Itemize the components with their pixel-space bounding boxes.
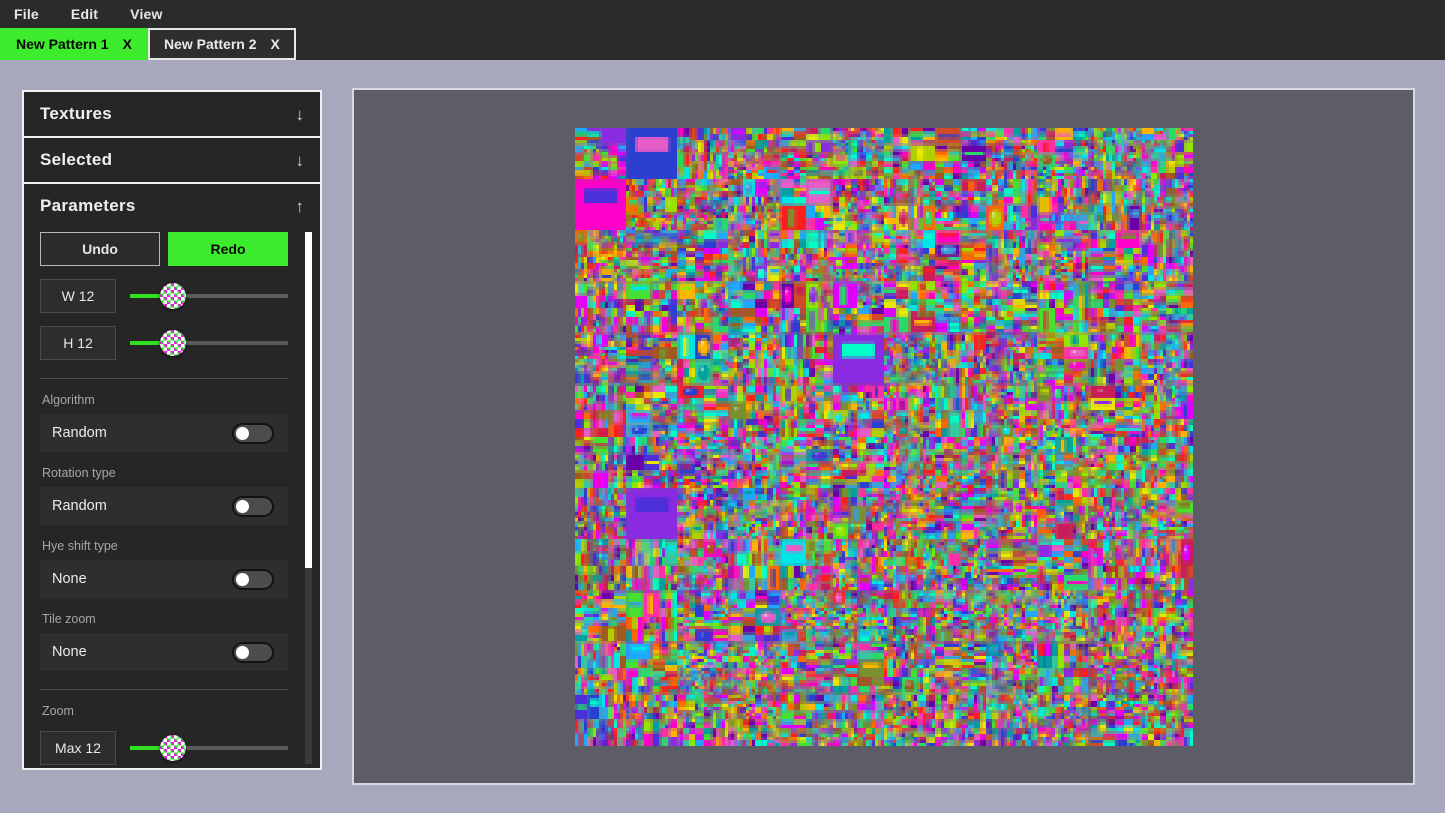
- toggle-knob: [236, 426, 249, 440]
- width-slider[interactable]: [130, 279, 288, 313]
- label-tile-zoom: Tile zoom: [42, 612, 96, 626]
- chevron-up-icon[interactable]: ↑: [296, 198, 305, 215]
- option-value-tile-zoom: None: [52, 644, 87, 660]
- parameters-scrollbar-thumb[interactable]: [305, 232, 312, 568]
- label-algorithm: Algorithm: [42, 393, 95, 407]
- tab-new-pattern-2[interactable]: New Pattern 2 X: [147, 28, 296, 60]
- zoom-max-slider-row: Max 12: [40, 731, 288, 765]
- label-hye-shift-type: Hye shift type: [42, 539, 118, 553]
- option-row-algorithm[interactable]: Random: [40, 414, 288, 452]
- option-row-tile-zoom[interactable]: None: [40, 633, 288, 671]
- tab-bar: New Pattern 1 X New Pattern 2 X: [0, 28, 1445, 60]
- menu-file[interactable]: File: [10, 4, 43, 24]
- slider-thumb[interactable]: [159, 735, 186, 761]
- height-value-box[interactable]: H 12: [40, 326, 116, 360]
- height-slider[interactable]: [130, 326, 288, 360]
- tab-label: New Pattern 2: [163, 36, 257, 52]
- menu-bar: File Edit View: [0, 0, 1445, 28]
- parameters-body: Undo Redo W 12 H 12 Algorithm Random Rot…: [24, 228, 320, 768]
- zoom-max-slider[interactable]: [130, 731, 288, 765]
- option-row-hye-shift-type[interactable]: None: [40, 560, 288, 598]
- toggle-rotation-type[interactable]: [232, 495, 274, 517]
- slider-thumb[interactable]: [159, 330, 186, 356]
- close-icon[interactable]: X: [123, 36, 132, 52]
- panel-title: Parameters: [40, 196, 136, 215]
- panel-title: Textures: [40, 104, 113, 123]
- undo-redo-group: Undo Redo: [40, 228, 288, 266]
- option-row-rotation-type[interactable]: Random: [40, 487, 288, 525]
- parameters-content: Undo Redo W 12 H 12 Algorithm Random Rot…: [40, 228, 304, 768]
- toggle-hye-shift-type[interactable]: [232, 568, 274, 590]
- divider: [40, 378, 288, 379]
- option-value-hye-shift-type: None: [52, 571, 87, 587]
- panel-header-selected[interactable]: Selected ↓: [24, 138, 320, 182]
- pattern-canvas-area[interactable]: [352, 88, 1415, 785]
- redo-button[interactable]: Redo: [168, 232, 288, 266]
- workspace: Textures ↓ Selected ↓ Parameters ↑ Undo …: [0, 60, 1445, 813]
- zoom-max-value-box[interactable]: Max 12: [40, 731, 116, 765]
- divider: [40, 689, 288, 690]
- label-rotation-type: Rotation type: [42, 466, 116, 480]
- toggle-tile-zoom[interactable]: [232, 641, 274, 663]
- menu-edit[interactable]: Edit: [67, 4, 102, 24]
- tab-label: New Pattern 1: [16, 36, 109, 52]
- option-value-rotation-type: Random: [52, 498, 107, 514]
- slider-thumb[interactable]: [159, 283, 186, 309]
- panel-textures: Textures ↓: [22, 90, 322, 137]
- sidebar: Textures ↓ Selected ↓ Parameters ↑ Undo …: [22, 90, 322, 770]
- chevron-down-icon[interactable]: ↓: [296, 106, 305, 123]
- toggle-knob: [236, 645, 249, 659]
- panel-selected: Selected ↓: [22, 137, 322, 183]
- panel-title: Selected: [40, 150, 113, 169]
- width-slider-row: W 12: [40, 279, 288, 313]
- toggle-knob: [236, 572, 249, 586]
- undo-button[interactable]: Undo: [40, 232, 160, 266]
- width-value-box[interactable]: W 12: [40, 279, 116, 313]
- toggle-algorithm[interactable]: [232, 422, 274, 444]
- label-zoom: Zoom: [42, 704, 74, 718]
- tab-new-pattern-1[interactable]: New Pattern 1 X: [0, 28, 148, 60]
- panel-header-textures[interactable]: Textures ↓: [24, 92, 320, 136]
- menu-view[interactable]: View: [126, 4, 166, 24]
- close-icon[interactable]: X: [271, 36, 280, 52]
- height-slider-row: H 12: [40, 326, 288, 360]
- panel-header-parameters[interactable]: Parameters ↑: [24, 184, 320, 228]
- option-value-algorithm: Random: [52, 425, 107, 441]
- panel-parameters: Parameters ↑ Undo Redo W 12 H 12 Algorit…: [22, 183, 322, 770]
- generated-pattern-image[interactable]: [574, 127, 1193, 746]
- chevron-down-icon[interactable]: ↓: [296, 152, 305, 169]
- toggle-knob: [236, 499, 249, 513]
